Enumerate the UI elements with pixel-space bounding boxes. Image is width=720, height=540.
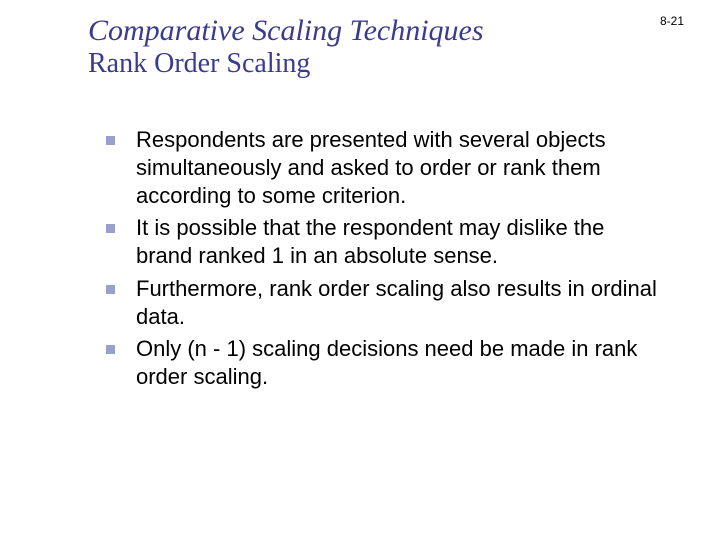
list-item: Only (n - 1) scaling decisions need be m… bbox=[114, 335, 660, 391]
title-sub: Rank Order Scaling bbox=[88, 49, 660, 80]
page-number: 8-21 bbox=[660, 14, 684, 28]
list-item-text: Only (n - 1) scaling decisions need be m… bbox=[136, 336, 637, 389]
list-item-text: Respondents are presented with several o… bbox=[136, 127, 606, 208]
slide: 8-21 Comparative Scaling Techniques Rank… bbox=[0, 0, 720, 540]
square-bullet-icon bbox=[106, 136, 115, 145]
list-item-text: Furthermore, rank order scaling also res… bbox=[136, 276, 657, 329]
list-item: Furthermore, rank order scaling also res… bbox=[114, 275, 660, 331]
title-main: Comparative Scaling Techniques bbox=[88, 14, 660, 47]
square-bullet-icon bbox=[106, 224, 115, 233]
body: Respondents are presented with several o… bbox=[88, 126, 660, 391]
list-item: It is possible that the respondent may d… bbox=[114, 214, 660, 270]
list-item: Respondents are presented with several o… bbox=[114, 126, 660, 210]
square-bullet-icon bbox=[106, 285, 115, 294]
list-item-text: It is possible that the respondent may d… bbox=[136, 215, 604, 268]
square-bullet-icon bbox=[106, 345, 115, 354]
